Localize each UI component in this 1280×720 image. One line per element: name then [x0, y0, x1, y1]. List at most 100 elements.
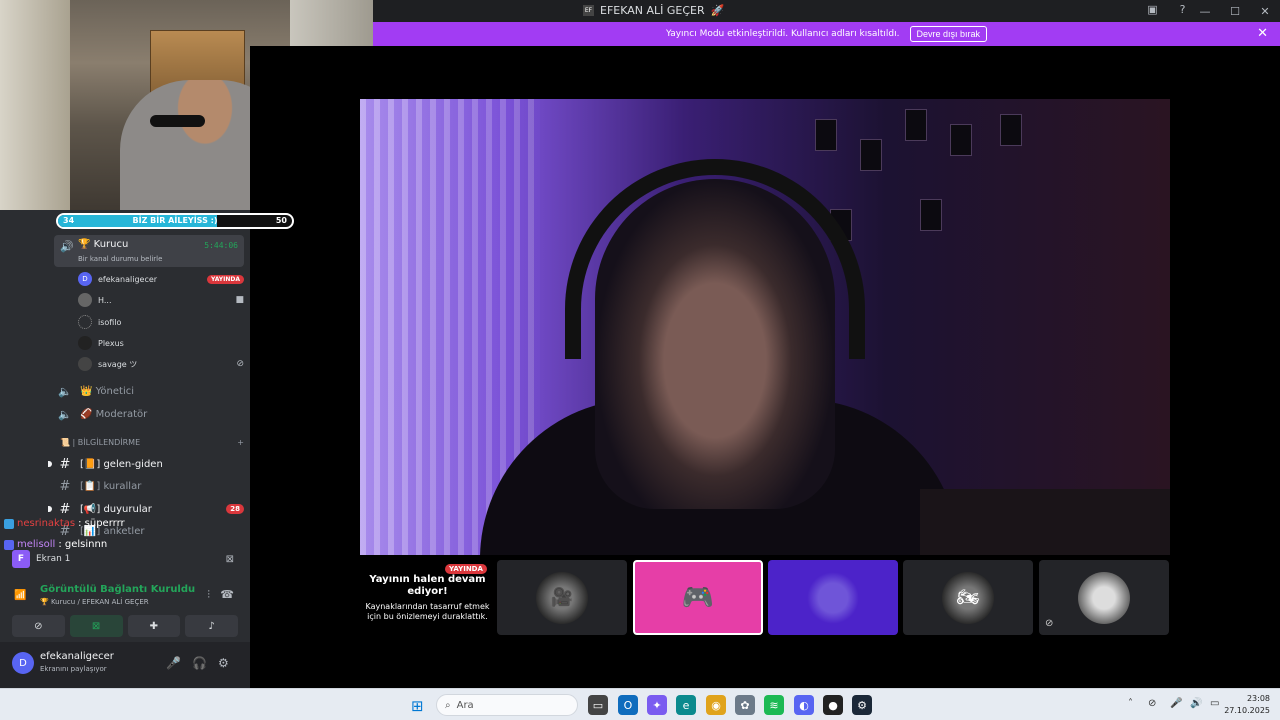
- network-icon[interactable]: ⊘: [1148, 698, 1156, 709]
- stop-share-icon[interactable]: ⊠: [226, 554, 234, 565]
- avatar[interactable]: D: [12, 652, 34, 674]
- participant-tile[interactable]: [768, 560, 898, 635]
- voice-channel-kurucu[interactable]: 🔊 🏆 Kurucu 5:44:06 Bir kanal durumu beli…: [54, 235, 244, 267]
- system-clock[interactable]: 23:08 27.10.2025: [1224, 693, 1270, 717]
- maximize-button[interactable]: ☐: [1220, 5, 1250, 18]
- wall-poster: [860, 139, 882, 171]
- chevron-up-icon[interactable]: ˄: [1128, 698, 1133, 709]
- chat-username: nesrinaktas: [17, 518, 76, 529]
- channel-status[interactable]: Bir kanal durumu belirle: [78, 255, 162, 263]
- paused-preview-panel: YAYINDA Yayının halen devam ediyor! Kayn…: [360, 560, 495, 635]
- wall-poster: [950, 124, 972, 156]
- headphones: [565, 159, 865, 359]
- avatar: [78, 315, 92, 329]
- battery-icon[interactable]: ▭: [1210, 698, 1219, 709]
- voice-connection-subtitle[interactable]: 🏆 Kurucu / EFEKAN ALİ GEÇER: [40, 598, 149, 606]
- avatar: F: [12, 550, 30, 568]
- chat-overlay-message: nesrinaktas : süperrrr: [4, 518, 125, 529]
- text-channel-gelen-giden[interactable]: # [📙] gelen-giden: [58, 454, 244, 474]
- voice-connection-title: Görüntülü Bağlantı Kuruldu: [40, 584, 196, 595]
- helmet-avatar: [1078, 571, 1130, 624]
- voice-member[interactable]: Plexus: [78, 333, 244, 353]
- steam-icon[interactable]: ⚙: [852, 695, 872, 715]
- paused-subtext: Kaynaklarından tasarruf etmek için bu ön…: [365, 601, 490, 621]
- voice-channel-moderator[interactable]: 🔈 🏈 Moderatör: [58, 404, 244, 424]
- spotify-icon[interactable]: ≋: [764, 695, 784, 715]
- participant-tile[interactable]: ⊘: [1039, 560, 1169, 635]
- category-bilgilendirme[interactable]: 📜 | BİLGİLENDİRME +: [60, 438, 244, 447]
- chrome-icon[interactable]: ◉: [706, 695, 726, 715]
- copilot-icon[interactable]: ✦: [647, 695, 667, 715]
- close-button[interactable]: ✕: [1250, 5, 1280, 18]
- banner-message: Yayıncı Modu etkinleştirildi. Kullanıcı …: [665, 29, 900, 39]
- task-view-icon[interactable]: ▭: [588, 695, 608, 715]
- noise-suppression-icon[interactable]: ⫶: [207, 588, 210, 602]
- edge-icon[interactable]: e: [676, 695, 696, 715]
- chat-overlay-message: melisoll : gelsinnn: [4, 539, 107, 550]
- deafened-icon: ⊘: [236, 359, 244, 369]
- inbox-icon[interactable]: ▣: [1145, 3, 1160, 18]
- discord-logo-icon: 🎮: [681, 582, 715, 613]
- screen-share-button[interactable]: ⊠: [69, 615, 123, 637]
- voice-channel-name: 🏆 Kurucu: [78, 239, 129, 250]
- avatar: [78, 357, 92, 371]
- participant-tile[interactable]: 🎥: [497, 560, 627, 635]
- voice-member[interactable]: isofilo: [78, 312, 244, 332]
- obs-icon[interactable]: ●: [823, 695, 843, 715]
- voice-timer: 5:44:06: [204, 241, 238, 250]
- speaker-icon: 🔊: [60, 240, 74, 253]
- voice-member[interactable]: D efekanaligecer YAYINDA: [78, 269, 244, 289]
- disable-streamer-mode-button[interactable]: Devre dışı bırak: [909, 26, 988, 42]
- headphones-icon[interactable]: 🎧: [192, 656, 207, 670]
- taskbar-search[interactable]: ⌕ Ara: [436, 694, 578, 716]
- voice-member[interactable]: savage ツ ⊘: [78, 354, 244, 374]
- soundboard-button[interactable]: ♪: [185, 615, 238, 637]
- user-status: Ekranını paylaşıyor: [40, 665, 107, 673]
- live-badge: YAYINDA: [445, 564, 487, 574]
- volume-icon[interactable]: 🔊: [1190, 698, 1202, 709]
- progress-label: BİZ BİR AİLEYİSS :): [132, 216, 218, 225]
- category-name: 📜 | BİLGİLENDİRME: [60, 438, 141, 447]
- avatar: [78, 293, 92, 307]
- channel-name: [📙] gelen-giden: [80, 458, 163, 470]
- member-name: efekanaligecer: [98, 274, 158, 284]
- member-name: Plexus: [98, 338, 124, 348]
- participant-tile[interactable]: 🏍: [903, 560, 1033, 635]
- text-channel-duyurular[interactable]: # [📢] duyurular 28: [58, 499, 244, 519]
- voice-member[interactable]: H... ■: [78, 290, 244, 310]
- voice-channel-yonetici[interactable]: 🔈 👑 Yönetici: [58, 381, 244, 401]
- avatar: [807, 571, 859, 624]
- deafened-icon: ⊘: [1045, 618, 1054, 629]
- camera-off-button[interactable]: ⊘: [12, 615, 65, 637]
- microphone-icon[interactable]: 🎤: [1170, 698, 1182, 709]
- signal-icon[interactable]: 📶: [14, 590, 26, 601]
- banner-close-icon[interactable]: ✕: [1257, 26, 1268, 41]
- outlook-icon[interactable]: O: [618, 695, 638, 715]
- windows-start-icon[interactable]: ⊞: [411, 697, 424, 715]
- help-icon[interactable]: ?: [1175, 3, 1190, 18]
- avatar: [78, 336, 92, 350]
- hash-icon: #: [59, 478, 71, 494]
- microphone-icon[interactable]: 🎤: [166, 656, 181, 670]
- app-icon[interactable]: ✿: [735, 695, 755, 715]
- wall-poster: [905, 109, 927, 141]
- main-stream-video[interactable]: [360, 99, 1170, 555]
- text-channel-kurallar[interactable]: # [📋] kurallar: [58, 476, 244, 496]
- member-name: isofilo: [98, 317, 122, 327]
- participant-strip: YAYINDA Yayının halen devam ediyor! Kayn…: [360, 560, 1170, 635]
- add-channel-icon[interactable]: +: [237, 438, 244, 447]
- channel-name: [📋] kurallar: [80, 480, 142, 492]
- activities-button[interactable]: ✚: [127, 615, 181, 637]
- room-background: [0, 0, 70, 210]
- minimize-button[interactable]: —: [1190, 5, 1220, 18]
- camera-icon: ■: [235, 295, 244, 305]
- participant-tile-selected[interactable]: 🎮: [633, 560, 763, 635]
- platform-icon: [4, 518, 14, 529]
- rocket-icon: 🚀: [710, 4, 725, 17]
- platform-icon: [4, 539, 14, 550]
- disconnect-icon[interactable]: ☎: [220, 588, 234, 601]
- discord-icon[interactable]: ◐: [794, 695, 814, 715]
- settings-gear-icon[interactable]: ⚙: [218, 656, 229, 670]
- desk: [920, 489, 1170, 555]
- hash-icon: #: [59, 501, 71, 517]
